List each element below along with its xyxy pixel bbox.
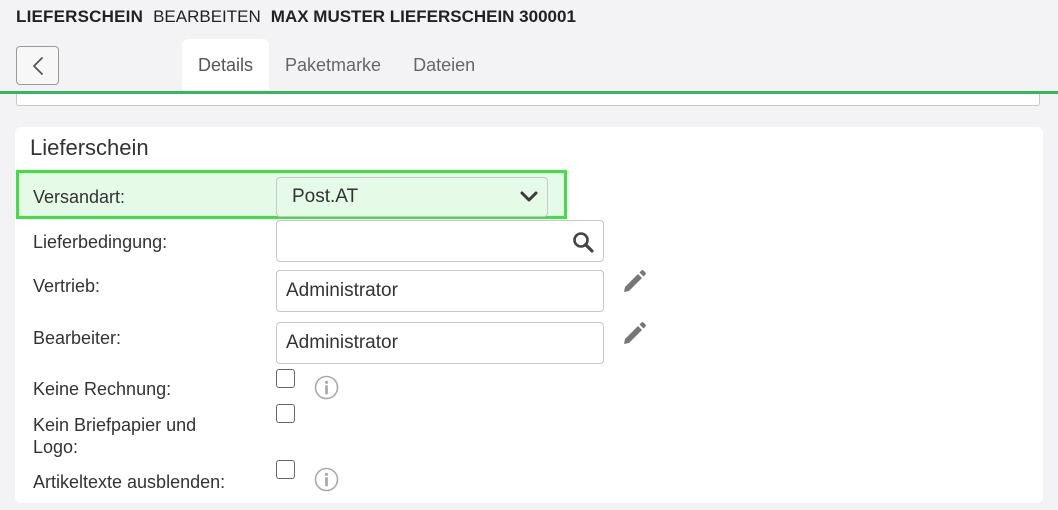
- artikeltexte-checkbox[interactable]: [276, 460, 295, 479]
- page-title: LIEFERSCHEIN BEARBEITEN MAX MUSTER LIEFERS…: [16, 7, 576, 27]
- versandart-select[interactable]: Post.AT: [276, 177, 548, 217]
- edit-vertrieb-icon[interactable]: [620, 268, 648, 296]
- vertrieb-value: Administrator: [286, 280, 398, 301]
- kein-briefpapier-label-line1: Kein Briefpapier und: [33, 415, 197, 435]
- kein-briefpapier-checkbox[interactable]: [276, 404, 295, 423]
- versandart-value: Post.AT: [292, 186, 359, 207]
- search-icon[interactable]: [572, 231, 594, 253]
- bearbeiter-input[interactable]: Administrator: [276, 322, 604, 364]
- tab-details[interactable]: Details: [182, 39, 270, 91]
- back-button[interactable]: [16, 46, 59, 85]
- chevron-down-icon: [520, 191, 538, 202]
- chevron-left-icon: [32, 56, 43, 75]
- bearbeiter-label: Bearbeiter:: [33, 328, 122, 348]
- info-icon[interactable]: [314, 375, 339, 400]
- tab-paketmarke[interactable]: Paketmarke: [269, 39, 397, 91]
- artikeltexte-label: Artikeltexte ausblenden:: [33, 472, 226, 492]
- previous-section-box: [16, 94, 1040, 106]
- versandart-label: Versandart:: [33, 187, 126, 207]
- vertrieb-label: Vertrieb:: [33, 276, 101, 296]
- page-header: LIEFERSCHEIN BEARBEITEN MAX MUSTER LIEFERS…: [0, 0, 1058, 94]
- mode-label: BEARBEITEN: [153, 7, 261, 26]
- lieferbedingung-input[interactable]: [276, 220, 604, 262]
- keine-rechnung-checkbox[interactable]: [276, 369, 295, 388]
- lieferbedingung-label: Lieferbedingung:: [33, 232, 168, 252]
- section-title: Lieferschein: [30, 135, 149, 160]
- doc-type-label: LIEFERSCHEIN: [16, 7, 144, 26]
- info-icon[interactable]: [314, 467, 339, 492]
- vertrieb-input[interactable]: Administrator: [276, 270, 604, 312]
- edit-bearbeiter-icon[interactable]: [620, 320, 648, 348]
- doc-name-label: MAX MUSTER LIEFERSCHEIN 300001: [270, 7, 576, 26]
- bearbeiter-value: Administrator: [286, 332, 398, 353]
- kein-briefpapier-label-line2: Logo:: [33, 437, 79, 457]
- kein-briefpapier-label: Kein Briefpapier und Logo:: [33, 414, 196, 458]
- keine-rechnung-label: Keine Rechnung:: [33, 379, 172, 399]
- tab-bar: Details Paketmarke Dateien: [182, 39, 491, 91]
- tab-dateien[interactable]: Dateien: [397, 39, 491, 91]
